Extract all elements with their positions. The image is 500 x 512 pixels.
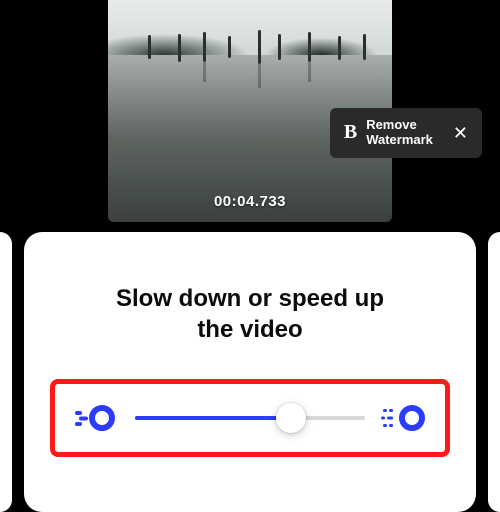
card-title: Slow down or speed up the video bbox=[116, 284, 384, 345]
speed-control-card: Slow down or speed up the video bbox=[24, 232, 476, 512]
slow-speed-icon bbox=[73, 402, 119, 434]
previous-card-peek[interactable] bbox=[0, 232, 12, 512]
next-card-peek[interactable] bbox=[488, 232, 500, 512]
speed-slider[interactable] bbox=[135, 402, 365, 434]
brand-logo-icon: B bbox=[344, 121, 356, 144]
remove-watermark-banner[interactable]: B Remove Watermark ✕ bbox=[330, 108, 482, 158]
close-icon[interactable]: ✕ bbox=[453, 124, 468, 142]
slider-thumb[interactable] bbox=[276, 403, 306, 433]
video-timestamp: 00:04.733 bbox=[108, 193, 392, 210]
slider-fill bbox=[135, 416, 291, 420]
remove-watermark-label: Remove Watermark bbox=[366, 118, 433, 148]
fast-speed-icon bbox=[381, 402, 427, 434]
speed-slider-highlight bbox=[50, 379, 450, 457]
